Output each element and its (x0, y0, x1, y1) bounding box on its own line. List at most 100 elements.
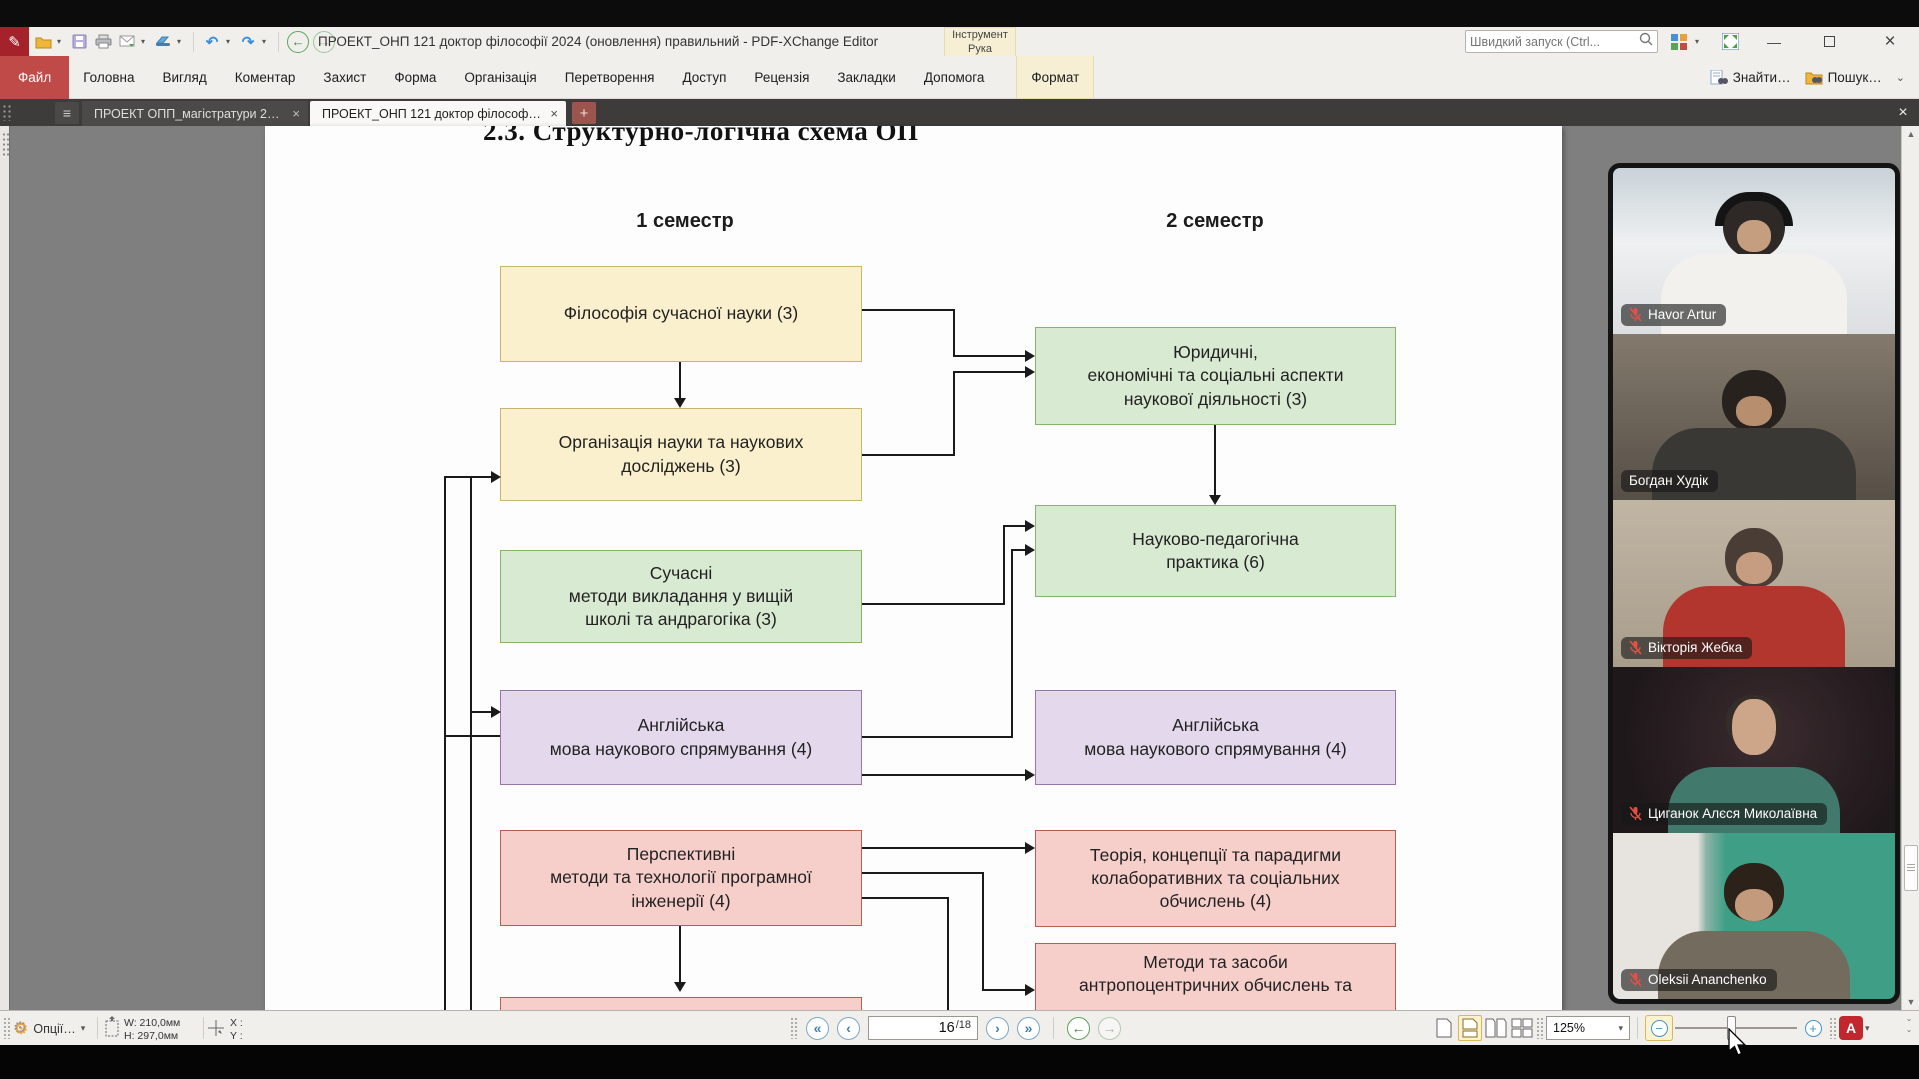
open-file-icon[interactable] (33, 32, 53, 52)
new-tab-button[interactable]: + (572, 102, 596, 124)
participant-tile[interactable]: Богдан Худік (1613, 334, 1895, 500)
tab2-close-icon[interactable]: × (550, 106, 558, 121)
menu-form[interactable]: Форма (380, 56, 450, 99)
statusbar-collapse-icons[interactable]: ⌄⌄ (1903, 1013, 1915, 1035)
arrowhead (491, 706, 501, 718)
open-dropdown-icon[interactable]: ▾ (57, 37, 65, 46)
adobe-dropdown-icon[interactable]: ▾ (1865, 1023, 1870, 1034)
zoom-grip[interactable] (1536, 1017, 1544, 1039)
muted-mic-icon (1629, 806, 1642, 821)
arrowhead (1025, 350, 1035, 362)
muted-mic-icon (1629, 307, 1642, 322)
status-bar: ⚙ Опції… ▾ W: 210,0мм H: 297,0мм X : Y :… (0, 1010, 1919, 1045)
scroll-up-icon[interactable]: ▲ (1902, 126, 1919, 142)
search-button[interactable]: Пошук… (1805, 70, 1882, 85)
maximize-button[interactable] (1812, 27, 1846, 56)
scan-icon[interactable] (153, 32, 173, 52)
panes-toggle-strip[interactable] (0, 126, 10, 1010)
participant-tile[interactable]: Havor Artur (1613, 168, 1895, 334)
cursor-coordinates: X : Y : (230, 1017, 243, 1042)
arrowhead (674, 398, 686, 408)
palette-dropdown-icon[interactable]: ▾ (1692, 30, 1702, 53)
menu-view[interactable]: Вигляд (149, 56, 221, 99)
scroll-down-icon[interactable]: ▼ (1902, 994, 1919, 1010)
participant-tile[interactable]: Вікторія Жебка (1613, 500, 1895, 666)
title-bar: ✎ ▾ ▾ ▾ ↶ ▾ ↷ ▾ ← → ПРОЕКТ_ОНП 121 докто… (0, 27, 1919, 56)
two-page-layout-icon[interactable] (1484, 1015, 1508, 1041)
menu-home[interactable]: Головна (69, 56, 148, 99)
menu-help[interactable]: Допомога (910, 56, 999, 99)
arrowhead (1209, 495, 1221, 505)
zoom-in-button[interactable]: + (1799, 1015, 1827, 1041)
email-icon[interactable] (117, 32, 137, 52)
options-button[interactable]: ⚙ Опції… ▾ (14, 1011, 85, 1046)
email-dropdown-icon[interactable]: ▾ (141, 37, 149, 46)
menu-protect[interactable]: Захист (309, 56, 380, 99)
course-box-modern-methods: Сучасні методи викладання у вищій школі … (500, 550, 862, 643)
tab-project-onp-active[interactable]: ПРОЕКТ_ОНП 121 доктор філософії 2024 (он… (310, 101, 566, 126)
quick-launch-input[interactable] (1466, 35, 1639, 49)
history-back-button[interactable]: ← (1067, 1017, 1090, 1040)
semester-2-header: 2 семестр (1115, 210, 1315, 233)
tabbar-close-icon[interactable]: × (1891, 101, 1915, 124)
menu-review[interactable]: Рецензія (740, 56, 823, 99)
page-number-field[interactable]: 16 /18 (868, 1016, 978, 1040)
search-icon (1639, 32, 1657, 51)
tab-list-icon[interactable]: ≡ (55, 102, 79, 124)
first-page-button[interactable]: « (806, 1017, 829, 1040)
single-page-layout-icon[interactable] (1432, 1015, 1456, 1041)
fullscreen-icon[interactable] (1718, 30, 1742, 53)
undo-dropdown-icon[interactable]: ▾ (226, 37, 234, 46)
menu-access[interactable]: Доступ (668, 56, 740, 99)
minimize-button[interactable]: — (1757, 27, 1791, 56)
course-box-theory-concepts: Теорія, концепції та парадигми колаборат… (1035, 830, 1396, 927)
participant-tile[interactable]: Oleksii Ananchenko (1613, 833, 1895, 999)
connector-line (470, 711, 492, 713)
scrollbar-thumb[interactable] (1904, 845, 1918, 891)
connector-line (444, 735, 500, 737)
zoom-level-select[interactable]: 125% ▾ (1546, 1016, 1630, 1040)
connector-line (1011, 549, 1025, 551)
participant-name-badge: Богдан Худік (1621, 470, 1718, 492)
course-box-perspective-methods: Перспективні методи та технології програ… (500, 830, 862, 926)
last-page-button[interactable]: » (1017, 1017, 1040, 1040)
menu-organize[interactable]: Організація (450, 56, 550, 99)
continuous-layout-icon[interactable] (1458, 1015, 1482, 1041)
find-button[interactable]: Знайти… (1710, 70, 1791, 86)
undo-icon[interactable]: ↶ (202, 32, 222, 52)
redo-icon[interactable]: ↷ (238, 32, 258, 52)
menu-bookmarks[interactable]: Закладки (823, 56, 909, 99)
print-icon[interactable] (93, 32, 113, 52)
menu-comment[interactable]: Коментар (221, 56, 310, 99)
menu-file[interactable]: Файл (0, 56, 69, 99)
quick-launch-box[interactable] (1465, 30, 1658, 53)
arrowhead (674, 982, 686, 992)
previous-page-button[interactable]: ‹ (837, 1017, 860, 1040)
mouse-cursor (1727, 1028, 1749, 1063)
scan-dropdown-icon[interactable]: ▾ (177, 37, 185, 46)
document-scrollbar[interactable]: ▲ ▼ (1901, 126, 1919, 1010)
save-icon[interactable] (69, 32, 89, 52)
redo-dropdown-icon[interactable]: ▾ (262, 37, 270, 46)
tab1-close-icon[interactable]: × (292, 106, 300, 121)
tab-project-opp[interactable]: ПРОЕКТ ОПП_магістратури 2024 × (82, 101, 308, 126)
connector-line (862, 603, 1005, 605)
adobe-acrobat-icon[interactable]: A (1839, 1016, 1863, 1040)
nav-grip[interactable] (790, 1017, 798, 1039)
history-forward-button[interactable]: → (1098, 1017, 1121, 1040)
toolbar-overflow-icon[interactable]: ⌄ (1896, 71, 1905, 84)
nav-back-icon[interactable]: ← (287, 31, 309, 53)
zoom-out-button[interactable]: − (1645, 1015, 1673, 1041)
menu-format[interactable]: Формат (1016, 56, 1094, 99)
grid-layout-icon[interactable] (1510, 1015, 1534, 1041)
participant-tile[interactable]: Циганок Алєся Миколаївна (1613, 667, 1895, 833)
arrowhead (1025, 544, 1035, 556)
next-page-button[interactable]: › (986, 1017, 1009, 1040)
close-button[interactable]: × (1873, 27, 1907, 56)
tabbar-grip[interactable] (2, 104, 12, 121)
top-black-bar (0, 0, 1919, 27)
right-grip[interactable] (1829, 1017, 1837, 1039)
statusbar-grip[interactable] (3, 1017, 11, 1039)
menu-convert[interactable]: Перетворення (551, 56, 669, 99)
color-palette-icon[interactable] (1668, 30, 1690, 53)
